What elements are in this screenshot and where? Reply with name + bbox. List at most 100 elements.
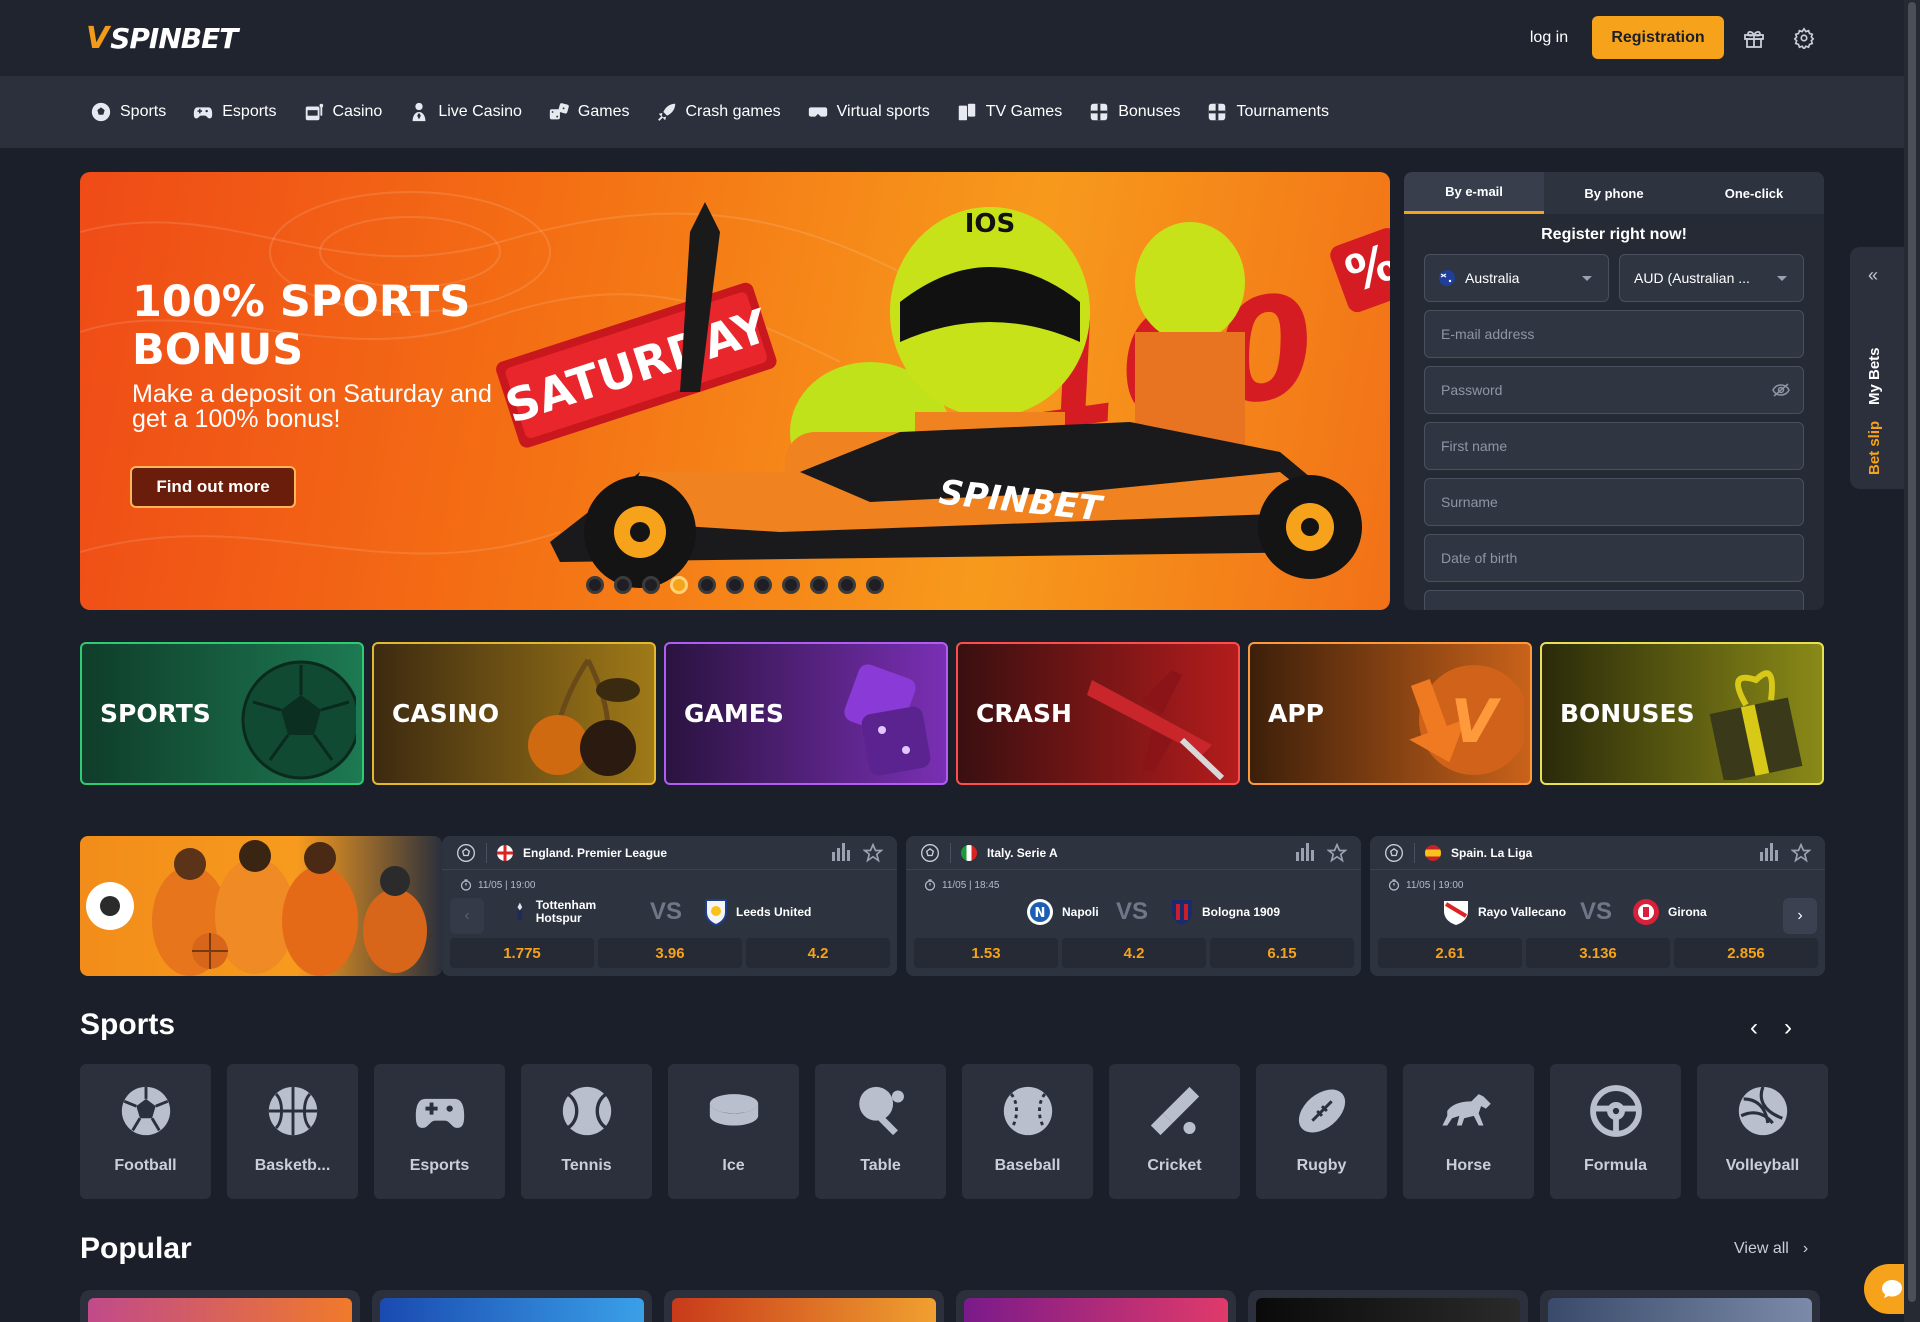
- sport-item-cricket[interactable]: Cricket: [1109, 1064, 1240, 1199]
- star-favorite-icon[interactable]: [1791, 843, 1811, 863]
- game-card[interactable]: [80, 1290, 360, 1322]
- nav-item-bonuses[interactable]: Bonuses: [1088, 76, 1180, 148]
- tile-crash[interactable]: CRASH: [956, 642, 1240, 785]
- tab-by-phone[interactable]: By phone: [1544, 172, 1684, 214]
- view-all-link[interactable]: View all ›: [1734, 1240, 1808, 1258]
- promo-banner[interactable]: SATURDAY 100 % IOS SPINBET 100% SPORTS B…: [80, 172, 1390, 610]
- star-favorite-icon[interactable]: [1327, 843, 1347, 863]
- carousel-dot-active[interactable]: [670, 576, 688, 594]
- soccer-ball-icon: [121, 1086, 170, 1136]
- currency-select[interactable]: AUD (Australian ...: [1619, 254, 1804, 302]
- nav-item-casino[interactable]: Casino: [303, 76, 382, 148]
- odd-home[interactable]: 1.775: [450, 938, 594, 968]
- odd-away[interactable]: 4.2: [746, 938, 890, 968]
- gift-icon[interactable]: [1740, 24, 1768, 52]
- sport-item-basketball[interactable]: Basketb...: [227, 1064, 358, 1199]
- country-select[interactable]: Australia: [1424, 254, 1609, 302]
- eye-hidden-icon[interactable]: [1772, 382, 1790, 398]
- tile-app[interactable]: APP V: [1248, 642, 1532, 785]
- logo-mark: V: [86, 20, 109, 56]
- nav-label: Sports: [120, 103, 167, 120]
- settings-gear-icon[interactable]: [1790, 24, 1818, 52]
- statistics-icon[interactable]: [1295, 843, 1315, 861]
- sport-item-baseball[interactable]: Baseball: [962, 1064, 1093, 1199]
- odd-away[interactable]: 6.15: [1210, 938, 1354, 968]
- odd-home[interactable]: 1.53: [914, 938, 1058, 968]
- game-card[interactable]: [956, 1290, 1236, 1322]
- email-field[interactable]: [1424, 310, 1804, 358]
- carousel-dot[interactable]: [838, 576, 856, 594]
- nav-item-sports[interactable]: Sports: [90, 76, 166, 148]
- match-card[interactable]: Spain. La Liga 11/05 | 19:00 Rayo Vallec…: [1370, 836, 1825, 976]
- nav-item-virtual-sports[interactable]: Virtual sports: [807, 76, 930, 148]
- match-card[interactable]: England. Premier League 11/05 | 19:00 ‹ …: [442, 836, 897, 976]
- carousel-dot[interactable]: [782, 576, 800, 594]
- nav-item-esports[interactable]: Esports: [192, 76, 277, 148]
- double-chevron-left-icon[interactable]: «: [1868, 265, 1878, 286]
- registration-button[interactable]: Registration: [1592, 16, 1724, 59]
- sport-item-horse-racing[interactable]: Horse: [1403, 1064, 1534, 1199]
- first-name-field[interactable]: [1424, 422, 1804, 470]
- carousel-dot[interactable]: [810, 576, 828, 594]
- carousel-dot[interactable]: [642, 576, 660, 594]
- match-card[interactable]: Italy. Serie A 11/05 | 18:45 N Napoli VS…: [906, 836, 1361, 976]
- date-of-birth-field[interactable]: [1424, 534, 1804, 582]
- tennis-ball-icon: [562, 1086, 611, 1136]
- statistics-icon[interactable]: [1759, 843, 1779, 861]
- prev-match-button[interactable]: ‹: [450, 898, 484, 934]
- sport-item-volleyball[interactable]: Volleyball: [1697, 1064, 1828, 1199]
- carousel-dot[interactable]: [586, 576, 604, 594]
- statistics-icon[interactable]: [831, 843, 851, 861]
- game-card[interactable]: [1540, 1290, 1820, 1322]
- tile-sports[interactable]: SPORTS: [80, 642, 364, 785]
- next-match-button[interactable]: ›: [1783, 898, 1817, 934]
- tab-one-click[interactable]: One-click: [1684, 172, 1824, 214]
- sport-item-football[interactable]: Football: [80, 1064, 211, 1199]
- next-field-partial[interactable]: [1424, 590, 1804, 610]
- nav-item-tv-games[interactable]: TV Games: [956, 76, 1062, 148]
- nav-item-games[interactable]: Games: [548, 76, 630, 148]
- tile-casino[interactable]: CASINO: [372, 642, 656, 785]
- spinbet-logo[interactable]: V SPINBET: [86, 18, 238, 58]
- tab-by-email[interactable]: By e-mail: [1404, 172, 1544, 214]
- carousel-dot[interactable]: [614, 576, 632, 594]
- game-card[interactable]: [372, 1290, 652, 1322]
- chevron-left-icon[interactable]: ‹: [1750, 1014, 1758, 1042]
- scrollbar-thumb[interactable]: [1908, 2, 1916, 1302]
- tile-bonuses[interactable]: BONUSES: [1540, 642, 1824, 785]
- carousel-dot[interactable]: [866, 576, 884, 594]
- nav-item-live-casino[interactable]: Live Casino: [408, 76, 522, 148]
- nav-item-crash-games[interactable]: Crash games: [656, 76, 781, 148]
- carousel-dot[interactable]: [754, 576, 772, 594]
- star-favorite-icon[interactable]: [863, 843, 883, 863]
- odd-draw[interactable]: 3.96: [598, 938, 742, 968]
- tile-games[interactable]: GAMES: [664, 642, 948, 785]
- bet-slip-tab[interactable]: Bet slip: [1866, 421, 1883, 475]
- sport-label: Ice: [722, 1157, 745, 1174]
- carousel-dot[interactable]: [698, 576, 716, 594]
- nav-item-tournaments[interactable]: Tournaments: [1206, 76, 1329, 148]
- odd-away[interactable]: 2.856: [1674, 938, 1818, 968]
- login-button[interactable]: log in: [1512, 20, 1586, 56]
- sport-item-ice-hockey[interactable]: Ice: [668, 1064, 799, 1199]
- odd-draw[interactable]: 3.136: [1526, 938, 1670, 968]
- sport-item-rugby[interactable]: Rugby: [1256, 1064, 1387, 1199]
- athletes-promo-image[interactable]: [80, 836, 442, 976]
- odd-draw[interactable]: 4.2: [1062, 938, 1206, 968]
- password-field[interactable]: [1424, 366, 1804, 414]
- odd-home[interactable]: 2.61: [1378, 938, 1522, 968]
- sport-item-table-tennis[interactable]: Table: [815, 1064, 946, 1199]
- find-out-more-button[interactable]: Find out more: [130, 466, 296, 508]
- game-card[interactable]: [1248, 1290, 1528, 1322]
- girona-crest-icon: [1633, 899, 1659, 925]
- sport-item-esports[interactable]: Esports: [374, 1064, 505, 1199]
- bet-slip-side-tab[interactable]: « My Bets Bet slip: [1850, 247, 1904, 489]
- tile-label: CRASH: [976, 699, 1072, 728]
- carousel-dot[interactable]: [726, 576, 744, 594]
- sport-item-tennis[interactable]: Tennis: [521, 1064, 652, 1199]
- sport-item-formula[interactable]: Formula: [1550, 1064, 1681, 1199]
- chevron-right-icon[interactable]: ›: [1784, 1014, 1792, 1042]
- game-card[interactable]: [664, 1290, 944, 1322]
- my-bets-tab[interactable]: My Bets: [1866, 347, 1883, 405]
- surname-field[interactable]: [1424, 478, 1804, 526]
